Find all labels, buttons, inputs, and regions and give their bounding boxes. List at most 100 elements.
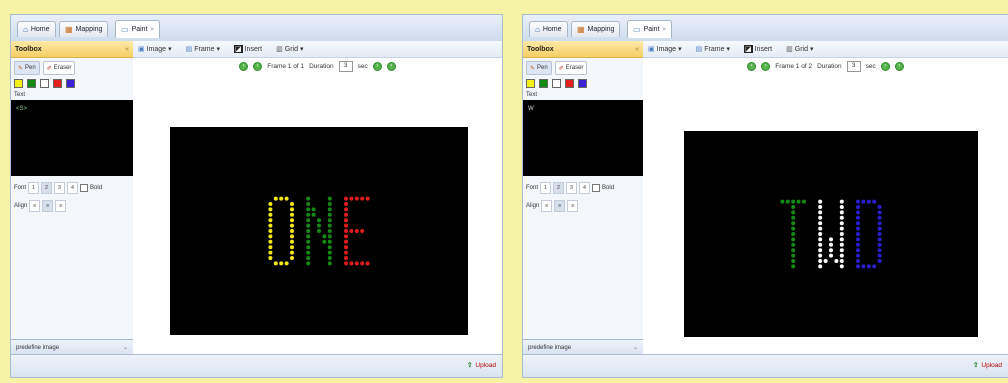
led-dot xyxy=(839,199,844,204)
sec-label: sec xyxy=(865,62,876,70)
first-frame-icon[interactable]: ‹ xyxy=(747,61,757,71)
swatch-green[interactable] xyxy=(539,79,548,88)
led-dot xyxy=(290,239,294,244)
dropdown-arrow-icon: ▾ xyxy=(216,46,220,53)
home-icon: ⌂ xyxy=(23,24,28,34)
align-left-button[interactable]: ≡ xyxy=(29,200,41,212)
align-center-button[interactable]: ≡ xyxy=(42,200,54,212)
led-dot xyxy=(877,205,882,209)
insert-menu[interactable]: ◪ Insert xyxy=(743,45,772,53)
font-label: Font xyxy=(526,185,539,191)
swatch-blue[interactable] xyxy=(66,79,75,88)
pen-button[interactable]: ✎ Pen xyxy=(526,61,552,75)
paint-menubar: ▣ Image ▾ ▤ Frame ▾ ◪ Insert ▥ Grid ▾ xyxy=(133,41,502,58)
font-size-3[interactable]: 3 xyxy=(566,182,578,194)
led-dot xyxy=(839,205,844,209)
led-matrix-canvas[interactable] xyxy=(684,131,978,337)
tab-mapping[interactable]: ▦ Mapping xyxy=(571,21,621,37)
led-dot xyxy=(834,259,839,263)
next-frame-icon[interactable]: › xyxy=(372,61,382,71)
upload-button[interactable]: ⇧ Upload xyxy=(467,361,496,370)
pen-button[interactable]: ✎ Pen xyxy=(14,61,40,75)
first-frame-icon[interactable]: ‹ xyxy=(239,61,249,71)
swatch-white[interactable] xyxy=(40,79,49,88)
predefine-image-section[interactable]: predefine image ⌄ xyxy=(523,339,643,355)
led-dot xyxy=(856,205,860,209)
tab-paint[interactable]: ▭ Paint × xyxy=(115,20,161,38)
last-frame-icon[interactable]: › xyxy=(386,61,396,71)
image-menu[interactable]: ▣ Image ▾ xyxy=(648,45,682,54)
upload-label: Upload xyxy=(981,361,1002,369)
toolbox: Toolbox « ✎ Pen ✐ Eraser Text <S> Font 1… xyxy=(11,41,134,355)
predefine-image-section[interactable]: predefine image ⌄ xyxy=(11,339,133,355)
frame-menu[interactable]: ▤ Frame ▾ xyxy=(696,45,730,54)
led-dot xyxy=(290,234,294,239)
next-frame-icon[interactable]: › xyxy=(880,61,890,71)
led-matrix-canvas[interactable] xyxy=(170,127,468,335)
led-dot xyxy=(268,207,273,212)
paint-panel-left: ⌂ Home ▦ Mapping ▭ Paint × Toolbox « ✎ P… xyxy=(10,14,503,378)
image-menu-label: Image xyxy=(656,45,677,53)
swatch-red[interactable] xyxy=(53,79,62,88)
grid-menu[interactable]: ▥ Grid ▾ xyxy=(276,45,303,54)
last-frame-icon[interactable]: › xyxy=(894,61,904,71)
align-center-button[interactable]: ≡ xyxy=(554,200,566,212)
led-dot xyxy=(327,202,332,206)
eraser-icon: ✐ xyxy=(558,65,564,72)
font-size-3[interactable]: 3 xyxy=(54,182,66,194)
align-right-button[interactable]: ≡ xyxy=(55,200,67,212)
font-size-2[interactable]: 2 xyxy=(553,182,565,194)
duration-input[interactable]: 3 xyxy=(338,60,353,72)
font-size-2[interactable]: 2 xyxy=(41,182,53,194)
frame-menu[interactable]: ▤ Frame ▾ xyxy=(186,45,220,54)
close-icon[interactable]: × xyxy=(663,27,667,33)
grid-menu[interactable]: ▥ Grid ▾ xyxy=(786,45,813,54)
text-input[interactable]: W xyxy=(523,100,643,176)
collapse-icon[interactable]: « xyxy=(635,46,639,53)
led-dot xyxy=(818,237,823,242)
font-size-1[interactable]: 1 xyxy=(28,182,40,194)
led-dot xyxy=(311,207,316,212)
led-dot xyxy=(290,256,294,260)
led-dot xyxy=(317,229,321,233)
duration-input[interactable]: 3 xyxy=(846,60,861,72)
font-size-1[interactable]: 1 xyxy=(540,182,552,194)
previous-frame-icon[interactable]: ‹ xyxy=(761,61,771,71)
insert-menu[interactable]: ◪ Insert xyxy=(233,45,262,53)
align-left-button[interactable]: ≡ xyxy=(541,200,553,212)
led-dot xyxy=(306,218,311,223)
bold-checkbox[interactable] xyxy=(80,184,89,192)
led-dot xyxy=(268,229,273,233)
align-label: Align xyxy=(14,203,28,209)
eraser-button[interactable]: ✐ Eraser xyxy=(554,61,588,75)
font-size-4[interactable]: 4 xyxy=(579,182,591,194)
close-icon[interactable]: × xyxy=(151,27,155,33)
align-right-button[interactable]: ≡ xyxy=(567,200,579,212)
swatch-red[interactable] xyxy=(565,79,574,88)
led-dot xyxy=(877,221,882,226)
canvas-area: ▣ Image ▾ ▤ Frame ▾ ◪ Insert ▥ Grid ▾ ‹ … xyxy=(643,41,1008,355)
led-dot xyxy=(791,248,796,253)
text-input[interactable]: <S> xyxy=(11,100,133,176)
swatch-green[interactable] xyxy=(27,79,36,88)
tab-mapping[interactable]: ▦ Mapping xyxy=(59,21,109,37)
swatch-yellow[interactable] xyxy=(14,79,23,88)
eraser-button[interactable]: ✐ Eraser xyxy=(42,61,76,75)
tab-paint[interactable]: ▭ Paint × xyxy=(627,20,673,38)
collapse-icon[interactable]: « xyxy=(125,46,129,53)
swatch-yellow[interactable] xyxy=(526,79,535,88)
bold-checkbox[interactable] xyxy=(592,184,601,192)
previous-frame-icon[interactable]: ‹ xyxy=(253,61,263,71)
led-dot xyxy=(818,264,823,269)
font-size-4[interactable]: 4 xyxy=(67,182,79,194)
image-menu[interactable]: ▣ Image ▾ xyxy=(138,45,172,54)
upload-button[interactable]: ⇧ Upload xyxy=(973,361,1002,370)
home-icon: ⌂ xyxy=(535,24,540,34)
tab-home[interactable]: ⌂ Home xyxy=(17,21,56,37)
tab-home[interactable]: ⌂ Home xyxy=(529,21,568,37)
led-dot xyxy=(796,199,801,204)
swatch-blue[interactable] xyxy=(578,79,587,88)
led-dot xyxy=(327,234,332,239)
align-row: Align ≡ ≡ ≡ xyxy=(11,200,133,212)
swatch-white[interactable] xyxy=(552,79,561,88)
